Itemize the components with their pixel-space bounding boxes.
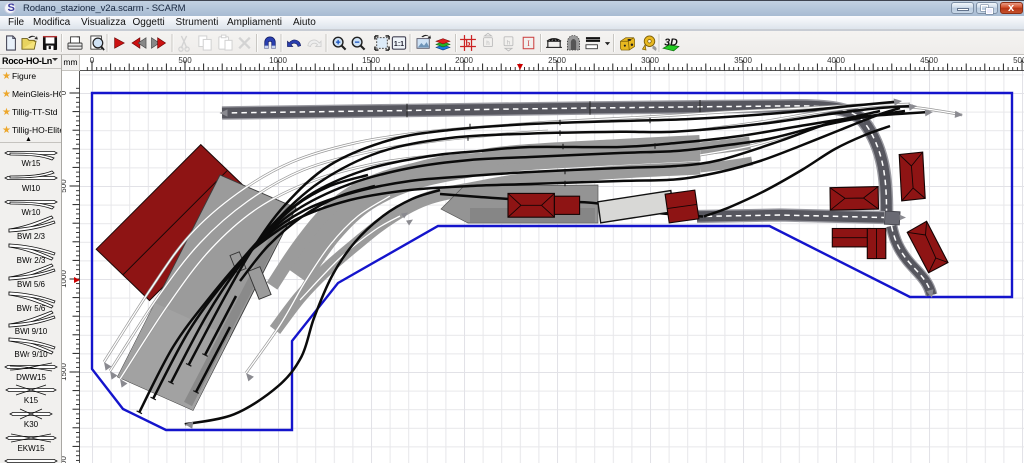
- svg-text:1000: 1000: [62, 270, 68, 288]
- svg-text:EKW15: EKW15: [17, 444, 45, 453]
- svg-text:2500: 2500: [548, 56, 566, 65]
- svg-text:K30: K30: [24, 420, 39, 429]
- svg-text:BWl 2/3: BWl 2/3: [17, 232, 46, 241]
- svg-text:5000: 5000: [1013, 56, 1024, 65]
- svg-text:2000: 2000: [62, 456, 68, 463]
- svg-text:Wr15: Wr15: [22, 159, 42, 168]
- svg-text:3500: 3500: [734, 56, 752, 65]
- svg-text:2000: 2000: [455, 56, 473, 65]
- svg-text:3000: 3000: [641, 56, 659, 65]
- svg-text:BWl 9/10: BWl 9/10: [15, 327, 48, 336]
- svg-text:500: 500: [178, 56, 192, 65]
- svg-text:1:1: 1:1: [394, 41, 404, 48]
- svg-text:K15: K15: [24, 396, 39, 405]
- svg-text:h: h: [507, 39, 511, 46]
- svg-text:0: 0: [90, 56, 95, 65]
- svg-text:500: 500: [62, 179, 68, 193]
- svg-text:BWr 9/10: BWr 9/10: [14, 350, 48, 359]
- svg-text:BWr 5/6: BWr 5/6: [17, 304, 46, 313]
- svg-text:BWr 2/3: BWr 2/3: [17, 256, 46, 265]
- svg-text:b: b: [466, 38, 471, 48]
- svg-text:BWl 5/6: BWl 5/6: [17, 280, 46, 289]
- svg-text:DWW15: DWW15: [16, 373, 46, 382]
- svg-text:4500: 4500: [920, 56, 938, 65]
- svg-text:3D: 3D: [664, 37, 678, 49]
- svg-text:1500: 1500: [362, 56, 380, 65]
- svg-text:h: h: [486, 40, 490, 47]
- svg-text:0: 0: [62, 90, 68, 95]
- svg-text:Wl10: Wl10: [22, 184, 41, 193]
- svg-text:1500: 1500: [62, 363, 68, 381]
- svg-text:Wr10: Wr10: [22, 208, 42, 217]
- svg-text:I: I: [527, 39, 530, 48]
- svg-text:4000: 4000: [827, 56, 845, 65]
- svg-text:1000: 1000: [269, 56, 287, 65]
